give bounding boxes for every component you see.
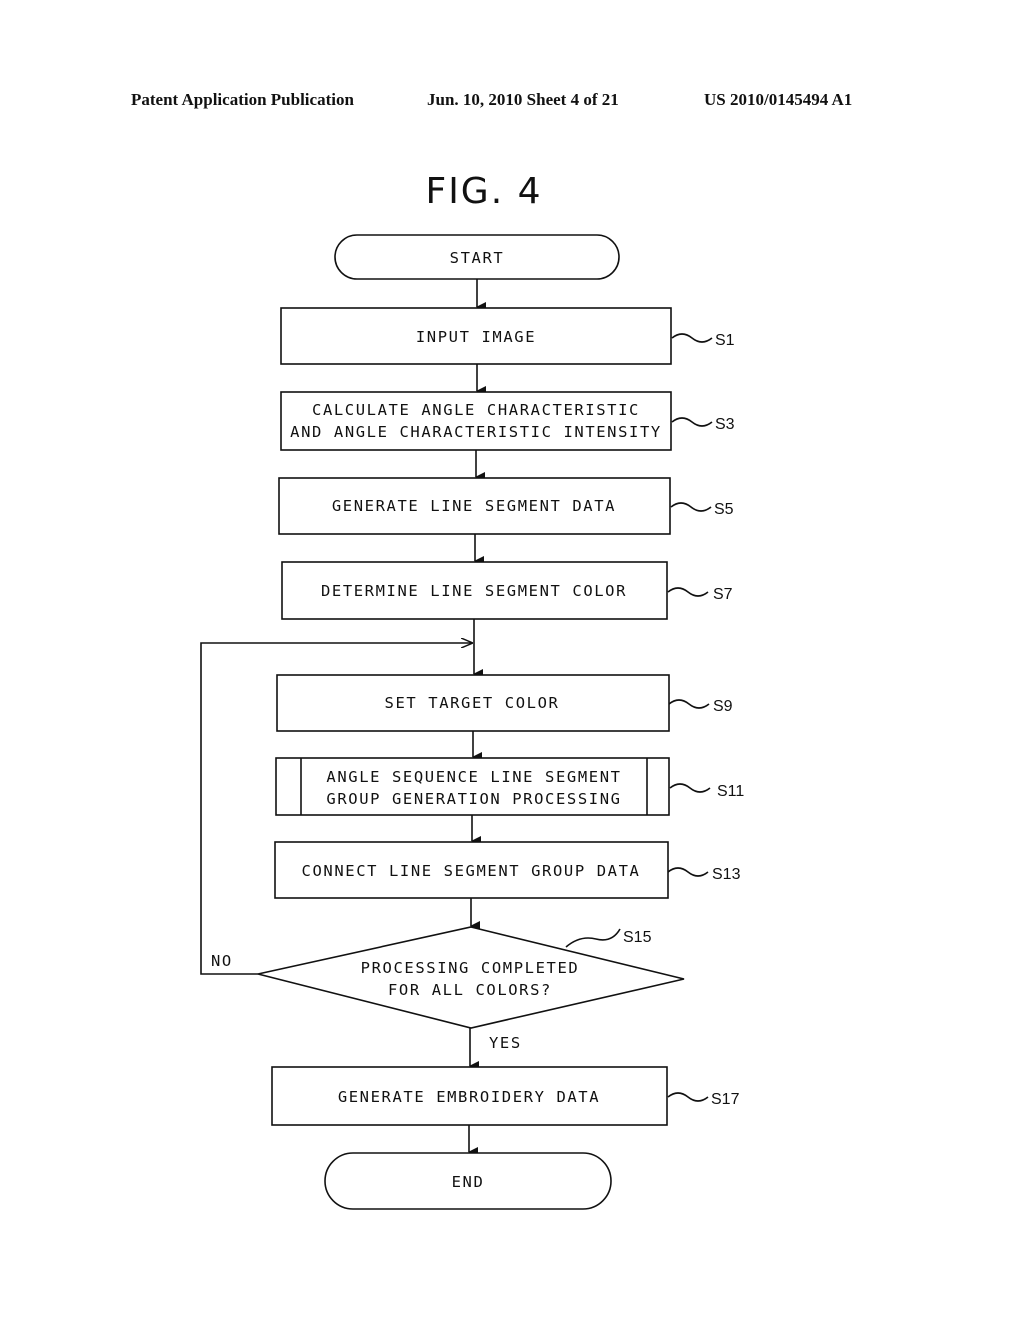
step-s15-text-2: FOR ALL COLORS? (388, 981, 552, 999)
start-label: START (450, 249, 505, 267)
step-s3-text-1: CALCULATE ANGLE CHARACTERISTIC (312, 401, 640, 419)
step-s7-text: DETERMINE LINE SEGMENT COLOR (321, 582, 627, 600)
step-s1: INPUT IMAGE S1 (280, 307, 735, 365)
step-s9-text: SET TARGET COLOR (385, 694, 560, 712)
end-label: END (452, 1173, 485, 1191)
step-s11-text-2: GROUP GENERATION PROCESSING (326, 790, 621, 808)
step-s11: ANGLE SEQUENCE LINE SEGMENT GROUP GENERA… (275, 757, 744, 816)
step-s5-id: S5 (714, 501, 734, 518)
step-s7-id: S7 (713, 586, 733, 603)
branch-no-label: NO (211, 952, 233, 970)
step-s13: CONNECT LINE SEGMENT GROUP DATA S13 (274, 841, 741, 899)
step-s9-leader (668, 699, 710, 709)
step-s11-leader (669, 783, 711, 793)
step-s1-leader (671, 333, 713, 343)
step-s17: GENERATE EMBROIDERY DATA S17 (271, 1066, 740, 1126)
step-s1-text: INPUT IMAGE (416, 328, 536, 346)
figure-title: FIG. 4 (425, 171, 542, 212)
step-s17-text: GENERATE EMBROIDERY DATA (338, 1088, 600, 1106)
end-terminal: END (324, 1152, 612, 1210)
step-s5-leader (670, 502, 712, 512)
step-s17-id: S17 (711, 1091, 740, 1108)
step-s15-diamond (257, 926, 685, 1029)
step-s1-id: S1 (715, 332, 735, 349)
step-s9: SET TARGET COLOR S9 (276, 674, 733, 732)
step-s11-id: S11 (717, 783, 744, 800)
step-s7-leader (667, 587, 709, 597)
step-s11-text-1: ANGLE SEQUENCE LINE SEGMENT (326, 768, 621, 786)
step-s3-leader (671, 417, 713, 427)
step-s15-leader (565, 928, 621, 948)
step-s15-text-1: PROCESSING COMPLETED (361, 959, 580, 977)
flowchart: FIG. 4 START NO YES INPUT IMAGE S1 CALCU… (200, 171, 744, 1210)
step-s3-text-2: AND ANGLE CHARACTERISTIC INTENSITY (290, 423, 662, 441)
step-s9-id: S9 (713, 698, 733, 715)
step-s3: CALCULATE ANGLE CHARACTERISTIC AND ANGLE… (280, 391, 735, 451)
step-s5: GENERATE LINE SEGMENT DATA S5 (278, 477, 734, 535)
step-s15-id: S15 (623, 929, 652, 946)
step-s13-leader (667, 867, 709, 877)
step-s7: DETERMINE LINE SEGMENT COLOR S7 (281, 561, 733, 620)
step-s3-id: S3 (715, 416, 735, 433)
branch-yes-label: YES (489, 1034, 522, 1052)
step-s13-id: S13 (712, 866, 741, 883)
step-s13-text: CONNECT LINE SEGMENT GROUP DATA (302, 862, 641, 880)
start-terminal: START (334, 234, 620, 280)
step-s15: PROCESSING COMPLETED FOR ALL COLORS? S15 (257, 926, 685, 1029)
step-s17-leader (667, 1092, 709, 1102)
step-s5-text: GENERATE LINE SEGMENT DATA (332, 497, 616, 515)
